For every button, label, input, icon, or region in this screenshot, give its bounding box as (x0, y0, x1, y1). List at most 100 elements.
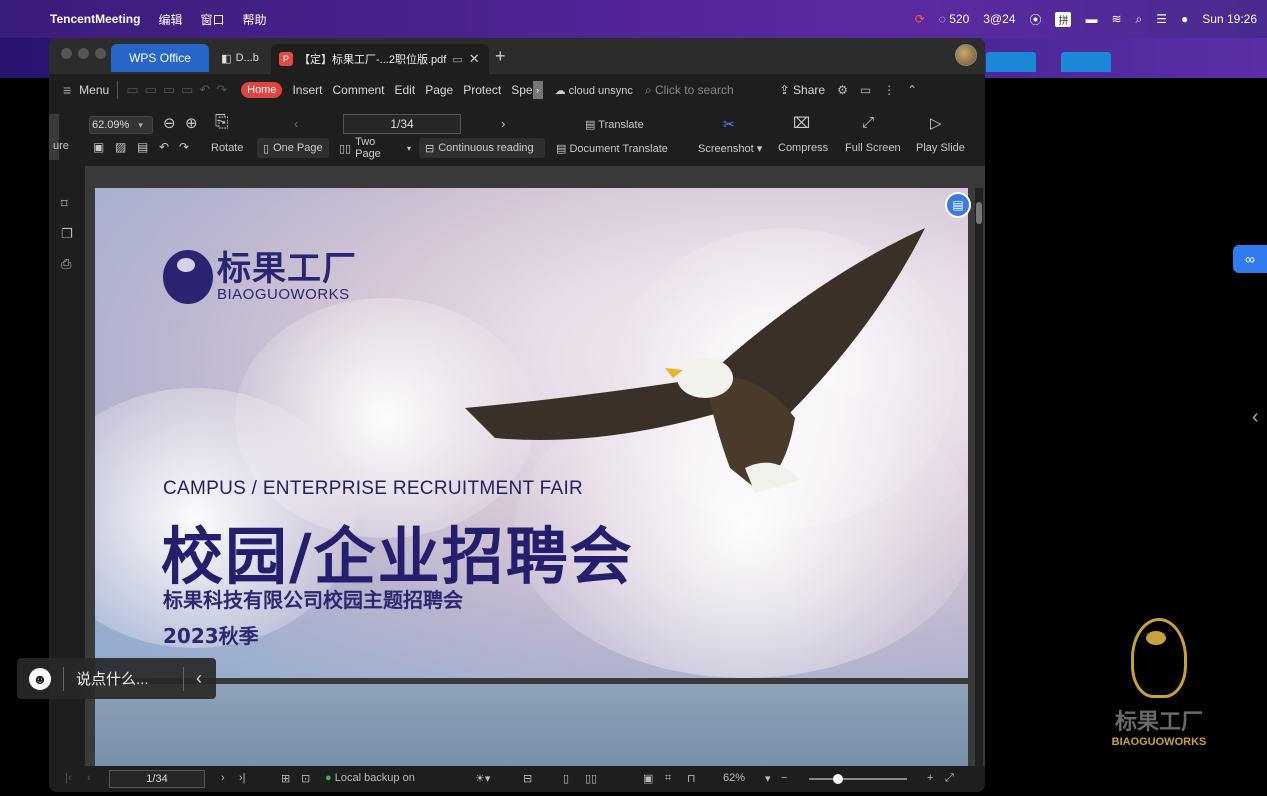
play-slide-button[interactable]: Play Slide (916, 142, 965, 154)
rotate-large-icon[interactable]: ⎘ (215, 112, 229, 132)
folder-icon[interactable] (986, 52, 1036, 72)
prev-page-icon[interactable]: ‹ (294, 116, 298, 131)
toolbar-scroll-left[interactable] (49, 114, 59, 160)
fit-width-icon[interactable]: ▤ (137, 140, 148, 154)
search-icon[interactable]: ⌕ (1136, 12, 1143, 27)
bookmark-icon[interactable]: ⌑ (61, 196, 68, 212)
translate-button[interactable]: ▤ Translate (585, 118, 644, 131)
emoji-icon[interactable]: ☻ (29, 667, 51, 690)
more-icon[interactable]: ⋮ (883, 83, 895, 97)
actual-size-status-icon[interactable]: ▣ (643, 772, 653, 785)
search-box[interactable]: ⌕ Click to search (645, 83, 734, 98)
play-icon[interactable]: ▷ (930, 114, 942, 132)
clock[interactable]: Sun 19:26 (1202, 12, 1257, 26)
status-weather[interactable]: 3@24 (983, 12, 1015, 26)
avatar[interactable] (955, 44, 977, 66)
fullscreen-status-icon[interactable]: ⤢ (945, 772, 954, 785)
chat-input-overlay[interactable]: ☻ 说点什么... ‹ (17, 658, 216, 699)
rotate-button[interactable]: Rotate (211, 142, 243, 154)
record-icon[interactable]: ⦿ (1029, 11, 1041, 28)
toolbar-truncated-label[interactable]: ure (53, 140, 69, 152)
hamburger-icon[interactable]: ≡ (63, 82, 71, 98)
continuous-reading-button[interactable]: ⊟ Continuous reading (419, 138, 545, 158)
status-page-input[interactable]: 1/34 (109, 770, 205, 788)
zoom-minus-icon[interactable]: − (781, 772, 787, 784)
tab-protect[interactable]: Protect (463, 83, 501, 97)
zoom-slider[interactable] (809, 774, 907, 784)
two-page-status-icon[interactable]: ▯▯ (585, 772, 597, 785)
status-zoom-value[interactable]: 62% (723, 772, 745, 784)
compress-icon[interactable]: ⌧ (793, 114, 810, 132)
chevron-up-icon[interactable]: ⌃ (907, 83, 917, 97)
wifi-icon[interactable]: ≋ (1111, 12, 1121, 26)
zoom-slider-knob[interactable] (833, 774, 843, 784)
tab-doc[interactable]: ◧ D...b (211, 44, 269, 72)
cloud-status[interactable]: ☁ cloud unsync (555, 84, 633, 97)
share-button[interactable]: ⇪ Share (780, 83, 825, 97)
single-page-status-icon[interactable]: ▯ (563, 772, 569, 785)
chevron-left-icon[interactable]: ‹ (1252, 406, 1259, 429)
tab-page[interactable]: Page (425, 83, 453, 97)
document-translate-button[interactable]: ▤ Document Translate (556, 142, 668, 155)
chat-bubble-icon[interactable]: ▭ (452, 53, 462, 66)
menu-help[interactable]: 帮助 (242, 11, 266, 28)
fit-page-status-icon[interactable]: ⌗ (665, 772, 671, 785)
scrollbar-thumb[interactable] (976, 202, 982, 224)
fit-page-icon[interactable]: ▨ (115, 140, 126, 154)
battery-icon[interactable]: ▬ (1085, 12, 1097, 26)
screenshot-button[interactable]: Screenshot ▾ (698, 142, 762, 155)
first-page-icon[interactable]: |‹ (65, 772, 72, 784)
siri-icon[interactable]: ● (1181, 12, 1188, 26)
thumbnail-icon[interactable]: ❐ (61, 226, 73, 242)
tab-edit[interactable]: Edit (395, 83, 416, 97)
zoom-in-icon[interactable]: ⊕ (185, 114, 198, 132)
quick-access-icons[interactable]: ▭▭▭▭↶↷ (126, 82, 233, 98)
new-tab-button[interactable]: + (495, 46, 506, 67)
control-center-icon[interactable]: ☰ (1156, 12, 1167, 26)
gear-icon[interactable]: ⚙ (837, 83, 848, 97)
full-screen-icon[interactable]: ⤢ (862, 114, 874, 131)
chevron-left-icon[interactable]: ‹ (196, 668, 202, 689)
tab-pdf[interactable]: P 【定】标果工厂-...2职位版.pdf ▭ ✕ (271, 44, 489, 74)
sync-icon[interactable]: ⟳ (915, 12, 925, 26)
status-count[interactable]: ◌ 520 (939, 12, 970, 26)
floating-meeting-button[interactable]: ∞ (1233, 245, 1267, 273)
menu-edit[interactable]: 编辑 (158, 11, 182, 28)
annotation-list-icon[interactable]: ⎙ (61, 256, 71, 272)
tab-comment[interactable]: Comment (332, 83, 384, 97)
tab-insert[interactable]: Insert (292, 83, 322, 97)
zoom-out-icon[interactable]: ⊖ (163, 114, 176, 132)
zoom-select[interactable]: 62.09% ▾ (89, 116, 153, 134)
last-page-icon[interactable]: ›| (239, 772, 246, 784)
chevron-right-icon[interactable]: › (532, 81, 543, 99)
tab-wps-office[interactable]: WPS Office (111, 44, 209, 72)
zoom-plus-icon[interactable]: + (927, 772, 933, 784)
export-icon[interactable]: ⊡ (301, 772, 310, 785)
eye-protect-icon[interactable]: ☀▾ (475, 772, 490, 785)
fit-width-status-icon[interactable]: ⊓ (687, 772, 696, 785)
one-page-button[interactable]: ▯ One Page (257, 138, 329, 158)
full-screen-button[interactable]: Full Screen (845, 142, 901, 154)
rotate-right-icon[interactable]: ↷ (179, 140, 189, 154)
menu-app-name[interactable]: TencentMeeting (50, 12, 140, 26)
close-window-button[interactable] (61, 48, 72, 59)
chat-placeholder[interactable]: 说点什么... (76, 668, 171, 689)
comment-icon[interactable]: ▭ (860, 83, 871, 97)
screenshot-icon[interactable]: ✂ (723, 116, 735, 133)
tab-home[interactable]: Home (241, 82, 283, 98)
tab-special[interactable]: Spe (511, 83, 532, 97)
input-method[interactable]: 拼 (1055, 11, 1072, 27)
continuous-status-icon[interactable]: ⊟ (523, 772, 532, 785)
page-tool-icon[interactable]: ▤ (945, 192, 971, 218)
backup-status[interactable]: ● Local backup on (325, 772, 415, 784)
minimize-window-button[interactable] (78, 48, 89, 59)
two-page-button[interactable]: ▯▯ Two Page ▾ (333, 136, 417, 160)
zoom-window-button[interactable] (95, 48, 106, 59)
menu-window[interactable]: 窗口 (200, 11, 224, 28)
close-tab-icon[interactable]: ✕ (469, 51, 480, 67)
rotate-left-icon[interactable]: ↶ (159, 140, 169, 154)
compress-button[interactable]: Compress (778, 142, 828, 154)
insert-icon[interactable]: ⊞ (281, 772, 290, 785)
page-number-input[interactable]: 1/34 (343, 114, 461, 134)
next-page-status-icon[interactable]: › (221, 772, 225, 784)
